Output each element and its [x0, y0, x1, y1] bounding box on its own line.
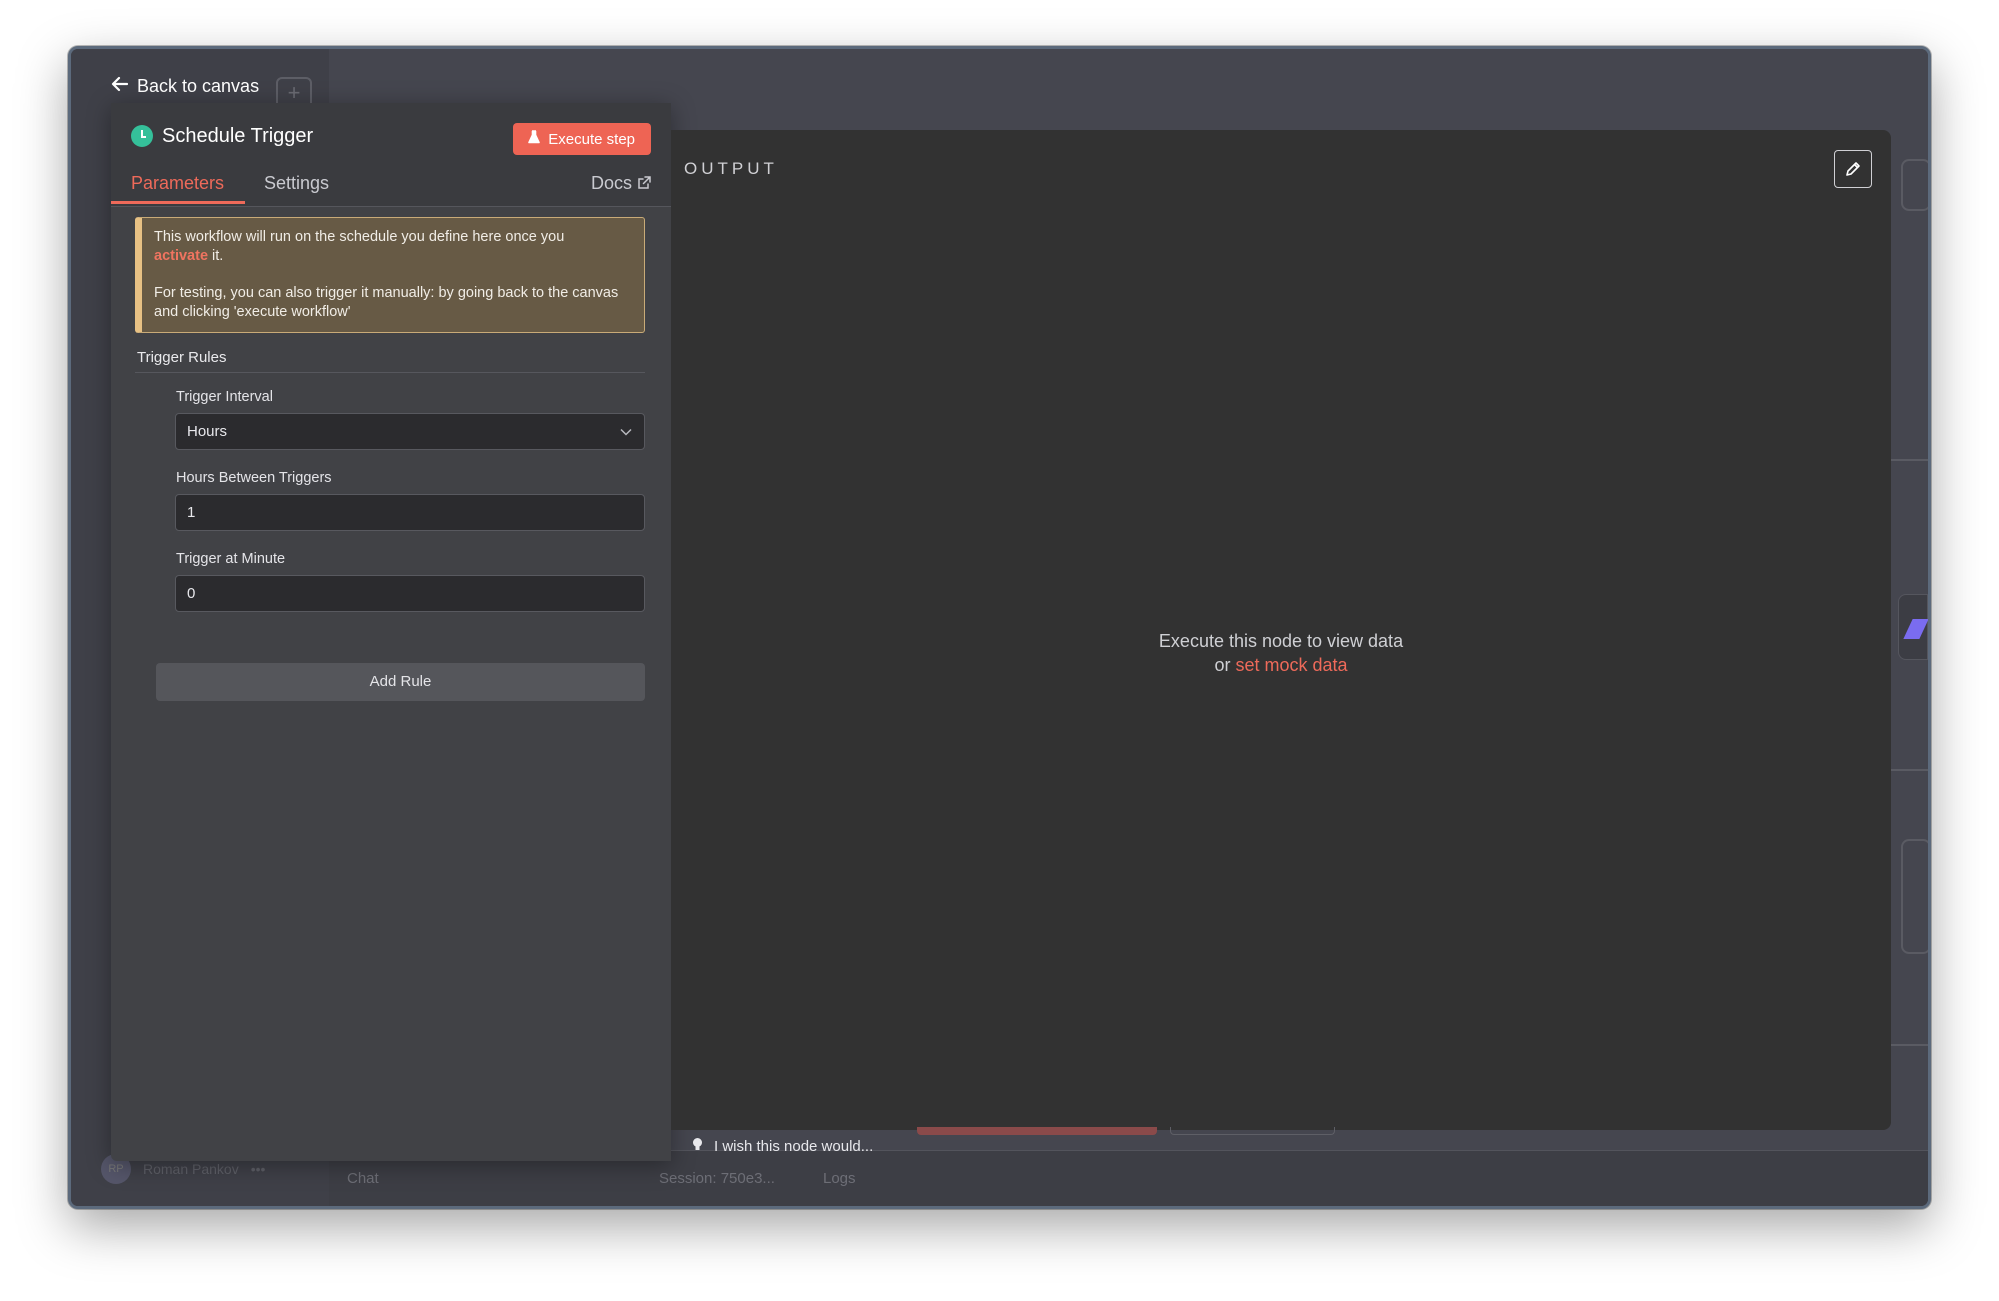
pencil-icon	[1846, 162, 1860, 176]
docs-link[interactable]: Docs	[591, 173, 651, 194]
more-icon: •••	[250, 1161, 266, 1177]
arrow-left-icon	[111, 75, 129, 98]
trigger-interval-value: Hours	[187, 423, 228, 440]
panel-header: Schedule Trigger Execute step Parameters…	[111, 103, 671, 207]
activate-link[interactable]: activate	[154, 248, 208, 264]
active-tab-indicator	[111, 201, 245, 204]
hours-between-triggers-input[interactable]: 1	[175, 494, 645, 531]
output-empty-state: Execute this node to view data or set mo…	[671, 629, 1891, 677]
trigger-at-minute-label: Trigger at Minute	[176, 551, 286, 567]
lightbulb-icon	[691, 1137, 704, 1156]
back-to-canvas-link[interactable]: Back to canvas	[111, 75, 259, 98]
chat-label: Chat	[347, 1170, 379, 1187]
divider	[135, 372, 645, 373]
trigger-at-minute-input[interactable]: 0	[175, 575, 645, 612]
flask-icon	[527, 130, 541, 148]
docs-label: Docs	[590, 173, 632, 193]
background-node	[1901, 839, 1928, 954]
feedback-label: I wish this node would...	[714, 1138, 874, 1155]
output-panel: OUTPUT Execute this node to view data or…	[671, 130, 1891, 1130]
chevron-down-icon	[620, 428, 632, 436]
output-heading: OUTPUT	[684, 159, 778, 178]
trigger-interval-label: Trigger Interval	[176, 389, 273, 405]
user-name: Roman Pankov	[143, 1161, 239, 1177]
trigger-interval-select[interactable]: Hours	[175, 413, 645, 450]
background-red-button	[917, 1127, 1157, 1135]
execute-step-button[interactable]: Execute step	[513, 123, 651, 155]
app-window: RP Roman Pankov ••• Chat Session: 750e3.…	[68, 46, 1931, 1209]
background-connector	[1889, 769, 1928, 771]
background-node-handle	[1898, 594, 1928, 660]
set-mock-data-link[interactable]: set mock data	[1235, 655, 1347, 675]
hours-between-triggers-label: Hours Between Triggers	[176, 470, 332, 486]
background-ghost-button	[1170, 1127, 1335, 1135]
background-connector	[1889, 1044, 1928, 1046]
tab-settings[interactable]: Settings	[264, 173, 329, 194]
feedback-link[interactable]: I wish this node would...	[691, 1137, 873, 1156]
node-parameters-panel: Schedule Trigger Execute step Parameters…	[111, 103, 671, 1161]
tab-parameters[interactable]: Parameters	[131, 173, 224, 194]
output-empty-message: Execute this node to view data	[1158, 631, 1404, 651]
session-label: Session: 750e3...	[659, 1170, 775, 1187]
add-rule-button[interactable]: Add Rule	[156, 663, 645, 701]
logs-label: Logs	[823, 1170, 856, 1187]
background-connector	[1889, 459, 1928, 461]
clock-icon	[131, 125, 153, 147]
notice-line-2: For testing, you can also trigger it man…	[154, 285, 619, 320]
back-to-canvas-label: Back to canvas	[137, 76, 260, 96]
external-link-icon	[638, 173, 651, 194]
notice-line-1: This workflow will run on the schedule y…	[154, 229, 565, 264]
execute-step-label: Execute step	[548, 130, 635, 148]
background-node	[1901, 159, 1928, 211]
edit-output-button[interactable]	[1834, 150, 1872, 188]
activation-notice: This workflow will run on the schedule y…	[135, 217, 645, 333]
trigger-rules-heading: Trigger Rules	[137, 349, 227, 366]
node-title[interactable]: Schedule Trigger	[162, 125, 313, 148]
